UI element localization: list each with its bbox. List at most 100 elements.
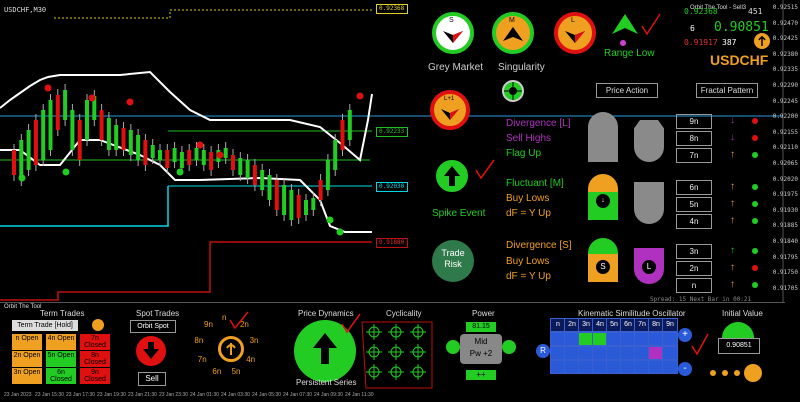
status-dot xyxy=(752,265,758,271)
term-trade-cell[interactable]: 5n Open xyxy=(46,351,76,367)
candle-body xyxy=(347,110,352,140)
term-trade-cell[interactable]: 8n Closed xyxy=(80,351,110,367)
price-tag-cyan: 0.92030 xyxy=(376,182,408,192)
signal-dot xyxy=(336,228,344,236)
term-trade-cell[interactable]: 6n Closed xyxy=(46,368,76,384)
signal-s-circle[interactable]: S xyxy=(432,12,474,54)
signal-dot xyxy=(356,92,364,100)
orbit-label: 6n xyxy=(212,367,222,377)
candle-body xyxy=(340,120,345,150)
candle-body xyxy=(325,160,330,190)
n-box[interactable]: 5n xyxy=(676,197,712,212)
term-trade-cell[interactable]: 9n Closed xyxy=(80,368,110,384)
price-tag-mid: 0.92233 xyxy=(376,127,408,137)
arrow-down-icon xyxy=(143,342,159,359)
term-trade-cell[interactable]: 7n Closed xyxy=(80,334,110,350)
signal-m-circle[interactable]: M xyxy=(492,12,534,54)
candle-body xyxy=(238,158,243,175)
trend-arrow-icon: ↓ xyxy=(730,115,735,126)
n-box[interactable]: 8n xyxy=(676,131,712,146)
status-dot xyxy=(752,282,758,288)
candle-body xyxy=(143,140,148,165)
candle-body xyxy=(194,148,199,160)
fractal-pattern-button[interactable]: Fractal Pattern xyxy=(696,83,758,98)
orbit-spot-button[interactable]: Orbit Spot xyxy=(130,320,176,333)
status-dot xyxy=(752,184,758,190)
signal-l-circle[interactable]: L xyxy=(554,12,596,54)
n-box[interactable]: 3n xyxy=(676,244,712,259)
initial-dot-3 xyxy=(734,370,740,376)
price-axis-label: 0.92245 xyxy=(772,97,798,105)
trend-arrow-icon: ↑ xyxy=(730,181,735,192)
signal-dot xyxy=(18,174,26,182)
candle-body xyxy=(231,155,235,170)
signal-l1-circle[interactable]: L+1 xyxy=(430,90,470,130)
n-box[interactable]: 9n xyxy=(676,114,712,129)
term-trade-cell[interactable]: 4n Open xyxy=(46,334,76,350)
orbit-icon xyxy=(754,33,770,49)
candle-body xyxy=(223,148,228,158)
candle-body xyxy=(121,128,126,150)
trade-risk-circle[interactable]: Trade Risk xyxy=(432,240,474,282)
candle-body xyxy=(114,125,119,150)
time-axis-label: 23 Jan 23:30 xyxy=(159,392,188,398)
status-dot xyxy=(752,201,758,207)
candle-body xyxy=(311,198,316,210)
persistent-series-label: Persistent Series xyxy=(296,378,357,387)
price-action-button[interactable]: Price Action xyxy=(596,83,658,98)
buy-lows-s-label: Buy Lows xyxy=(506,256,550,267)
power-title: Power xyxy=(472,309,495,318)
spike-event-label: Spike Event xyxy=(432,208,486,219)
trend-arrow-icon: ↑ xyxy=(730,215,735,226)
kso-header-cell: 9n xyxy=(662,318,678,332)
spike-event-circle[interactable] xyxy=(434,158,470,194)
price-axis-label: 0.92425 xyxy=(772,35,798,43)
status-dot xyxy=(752,118,758,124)
price-axis-label: 0.92065 xyxy=(772,160,798,167)
singularity-label: Singularity xyxy=(498,62,545,73)
n-box[interactable]: 6n xyxy=(676,180,712,195)
candle-body xyxy=(187,150,192,165)
orbit-up-icon xyxy=(313,333,337,364)
power-left-dot xyxy=(446,340,460,354)
price-tag-top: 0.92368 xyxy=(376,4,408,14)
signal-l1-label: L+1 xyxy=(444,96,455,102)
range-low-arrow-icon xyxy=(612,14,638,34)
trend-arrow-icon: ↑ xyxy=(730,262,735,273)
buy-lows-m-label: Buy Lows xyxy=(506,193,550,204)
trade-risk-label: Trade Risk xyxy=(441,248,465,269)
n-box[interactable]: 2n xyxy=(676,261,712,276)
n-box[interactable]: 4n xyxy=(676,214,712,229)
range-low-dot xyxy=(620,40,626,46)
time-axis-label: 23 Jan 17:30 xyxy=(66,392,95,398)
candle-body xyxy=(41,110,46,160)
candle-body xyxy=(136,135,141,160)
cyclicality-outline xyxy=(361,321,433,389)
kso-cell xyxy=(662,332,678,346)
count-value: 387 xyxy=(722,38,737,47)
candle-body xyxy=(333,140,338,170)
price-axis-label: 0.91885 xyxy=(772,222,798,230)
orbit-label: n xyxy=(222,313,227,322)
sell-button[interactable]: Sell xyxy=(138,372,166,386)
term-trade-cell[interactable]: 2n Open xyxy=(12,351,42,367)
n-box[interactable]: 7n xyxy=(676,148,712,163)
trend-arrow-icon: ↑ xyxy=(730,245,735,256)
term-trade-hold-button[interactable]: Term Trade [Hold] xyxy=(12,320,78,331)
kso-r-button[interactable]: R xyxy=(536,344,550,358)
n-box[interactable]: n xyxy=(676,278,712,293)
candle-body xyxy=(274,180,279,210)
candle-body xyxy=(209,152,214,170)
candle-body xyxy=(158,150,162,160)
kso-minus-button[interactable]: - xyxy=(678,362,692,376)
mid-label: Mid xyxy=(474,337,488,346)
term-trade-cell[interactable]: 3n Open xyxy=(12,368,42,384)
price-tag-red: 0.91880 xyxy=(376,238,408,248)
power-value: 81.15 xyxy=(466,322,496,332)
candle-body xyxy=(282,185,287,215)
term-trade-cell[interactable]: n Open xyxy=(12,334,42,350)
df-m-label: dF = Y Up xyxy=(506,208,551,219)
candle-body xyxy=(201,150,206,165)
time-axis-label: 24 Jan 05:30 xyxy=(252,392,281,398)
candle-body xyxy=(260,170,265,190)
